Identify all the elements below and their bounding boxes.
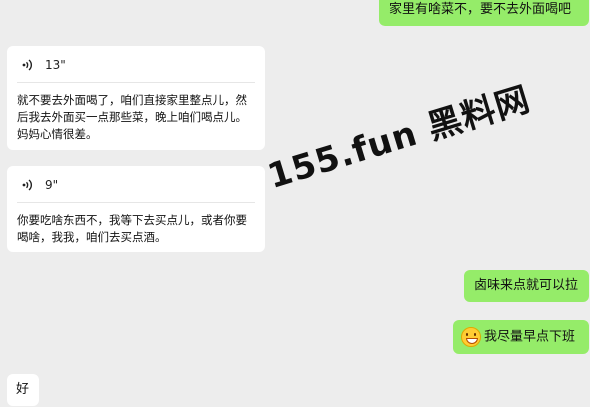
voice-message-card[interactable]: 13" 就不要去外面喝了，咱们直接家里整点儿，然后我去外面买一点那些菜，晚上咱们… bbox=[7, 46, 265, 150]
sent-message-bubble[interactable]: 家里有啥菜不，要不去外面喝吧 bbox=[379, 0, 589, 26]
voice-message-header[interactable]: 13" bbox=[17, 56, 255, 74]
voice-message-header[interactable]: 9" bbox=[17, 176, 255, 194]
voice-wave-icon bbox=[22, 179, 33, 191]
voice-wave-icon bbox=[22, 59, 33, 71]
message-text: 卤味来点就可以拉 bbox=[474, 278, 579, 293]
message-text: 好 bbox=[16, 382, 30, 397]
received-message-bubble[interactable]: 好 bbox=[7, 374, 39, 406]
voice-transcript: 你要吃啥东西不，我等下去买点儿，或者你要喝啥，我我，咱们去买点酒。 bbox=[17, 213, 247, 244]
sent-message-bubble[interactable]: 卤味来点就可以拉 bbox=[464, 270, 589, 302]
voice-message-card[interactable]: 9" 你要吃啥东西不，我等下去买点儿，或者你要喝啥，我我，咱们去买点酒。 bbox=[7, 166, 265, 252]
voice-duration: 9" bbox=[45, 178, 59, 192]
grinning-face-icon bbox=[461, 327, 481, 347]
watermark-text: 155.fun 黑料网 bbox=[263, 79, 535, 197]
message-text: 家里有啥菜不，要不去外面喝吧 bbox=[389, 2, 572, 17]
voice-transcript: 就不要去外面喝了，咱们直接家里整点儿，然后我去外面买一点那些菜，晚上咱们喝点儿。… bbox=[17, 93, 247, 141]
sent-message-bubble[interactable]: 我尽量早点下班 bbox=[453, 320, 589, 354]
divider bbox=[17, 82, 255, 83]
divider bbox=[17, 202, 255, 203]
message-text: 我尽量早点下班 bbox=[484, 329, 576, 345]
voice-duration: 13" bbox=[45, 58, 66, 72]
